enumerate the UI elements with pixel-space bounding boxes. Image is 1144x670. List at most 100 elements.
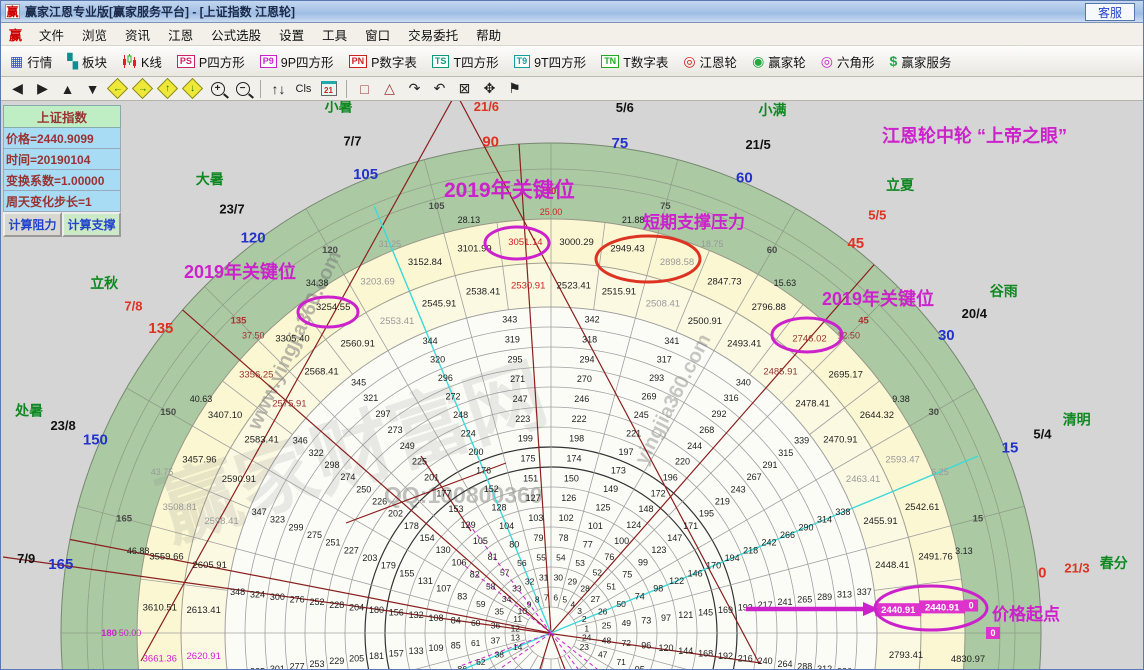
menu-item-6[interactable]: 工具 [313,23,356,46]
toolbar-9P四方形[interactable]: P9 9P四方形 [257,50,337,73]
toolbar-赢家服务[interactable]: $ 赢家服务 [887,50,955,73]
flag-tool[interactable]: ⚑ [502,79,527,99]
svg-text:122: 122 [669,576,684,586]
move-tool[interactable]: ✥ [477,79,502,99]
svg-text:56: 56 [517,558,527,568]
toolbar-K线[interactable]: K线 [119,50,165,73]
svg-text:346: 346 [293,436,308,446]
svg-text:55: 55 [536,553,546,563]
panel-button-0[interactable]: 计算阻力 [3,212,62,237]
pan-left[interactable]: ← [105,77,130,100]
svg-text:277: 277 [290,661,305,670]
svg-text:2019年关键位: 2019年关键位 [822,288,934,309]
svg-text:173: 173 [611,465,626,475]
svg-text:大暑: 大暑 [196,171,224,187]
svg-text:立秋: 立秋 [90,275,119,291]
panel-rows: 价格=2440.9099 时间=20190104 变换系数=1.00000 周天变化步… [3,128,121,212]
arc-ccw-tool[interactable]: ↶ [427,79,452,99]
time-axis-tool[interactable]: ↑↓ [266,79,291,99]
svg-text:224: 224 [461,428,476,438]
svg-text:75: 75 [660,201,671,212]
toolbar-行情[interactable]: ▦ 行情 [7,50,55,73]
zoom-out[interactable]: − [230,79,255,99]
pan-up[interactable]: ↑ [155,77,180,100]
svg-text:177: 177 [436,488,451,498]
svg-text:2440.91: 2440.91 [881,605,916,616]
svg-text:199: 199 [518,434,533,444]
menu-item-9[interactable]: 帮助 [467,23,510,46]
svg-text:245: 245 [634,410,649,420]
move-tool-icon: ✥ [483,80,496,96]
toolbar-label: 赢家服务 [901,55,952,70]
menu-item-8[interactable]: 交易委托 [399,23,467,46]
svg-text:105: 105 [473,536,488,546]
toolbar-9T四方形[interactable]: T9 9T四方形 [511,50,590,73]
svg-text:323: 323 [270,515,285,525]
svg-text:202: 202 [388,509,403,519]
svg-text:58: 58 [486,582,496,592]
svg-text:31: 31 [539,573,549,583]
svg-text:73: 73 [641,616,651,626]
menu-item-0[interactable]: 文件 [30,23,73,46]
svg-text:270: 270 [577,374,592,384]
svg-text:227: 227 [344,545,359,555]
svg-text:165: 165 [116,514,133,525]
step-up[interactable]: ▲ [55,79,80,99]
pan-down[interactable]: ↓ [180,77,205,100]
menu-item-2[interactable]: 资讯 [116,23,159,46]
svg-text:121: 121 [678,610,693,620]
svg-text:46.88: 46.88 [127,546,150,556]
panel-button-1[interactable]: 计算支撑 [62,212,121,237]
svg-text:2583.41: 2583.41 [244,435,278,446]
triangle-tool[interactable]: △ [377,79,402,99]
step-down[interactable]: ▼ [80,79,105,99]
pan-right[interactable]: → [130,77,155,100]
toolbar-P四方形[interactable]: PS P四方形 [174,50,248,73]
svg-text:253: 253 [309,659,324,669]
toolbar-P数字表[interactable]: PN P数字表 [346,50,420,73]
arc-cw-tool[interactable]: ↷ [402,79,427,99]
toolbar-T数字表[interactable]: TN T数字表 [598,50,671,73]
menu-item-1[interactable]: 浏览 [73,23,116,46]
toolbar-六角形[interactable]: ◎ 六角形 [818,50,878,73]
menu-item-3[interactable]: 江恩 [159,23,202,46]
toolbar-板块[interactable]: ▚ 板块 [64,50,110,73]
svg-text:315: 315 [778,448,793,458]
svg-text:0: 0 [1038,565,1046,582]
svg-text:150: 150 [564,473,579,483]
svg-text:9.38: 9.38 [892,394,910,404]
nav-forward[interactable]: ▶ [30,79,55,99]
menu-item-4[interactable]: 公式选股 [202,23,270,46]
svg-text:3407.10: 3407.10 [208,410,242,421]
svg-text:251: 251 [325,538,340,548]
svg-text:300: 300 [270,592,285,602]
zoom-in[interactable]: + [205,79,230,99]
svg-text:218: 218 [743,545,758,555]
box-select-tool[interactable]: ⊠ [452,79,477,99]
svg-text:78: 78 [558,533,568,543]
svg-text:241: 241 [777,597,792,607]
menubar: 赢 文件 浏览 资讯 江恩 公式选股 设置 工具 窗口 交易委托 帮助 [1,23,1143,46]
menu-item-7[interactable]: 窗口 [356,23,399,46]
svg-text:107: 107 [436,584,451,594]
svg-text:3000.29: 3000.29 [559,237,593,248]
candles-icon [123,53,137,68]
svg-text:79: 79 [533,533,543,543]
nav-back[interactable]: ◀ [5,79,30,99]
toolbar-T四方形[interactable]: TS T四方形 [429,50,502,73]
calendar-tool[interactable]: 21 [316,79,341,99]
svg-text:83: 83 [457,591,467,601]
gann-wheel-svg[interactable]: QQ:100800360www.yingjia360.com yingjia360… [1,101,1144,670]
cls-tool[interactable]: Cls [291,79,316,99]
svg-text:219: 219 [715,497,730,507]
toolbar-江恩轮[interactable]: ◎ 江恩轮 [680,50,740,73]
menu-item-5[interactable]: 设置 [270,23,313,46]
svg-text:2455.91: 2455.91 [863,516,897,527]
drawing-toolbar: ◀ ▶ ▲ ▼ ← → ↑ ↓ + − ↑↓ Cls 21 □ △ ↷ ↶ ⊠ ✥ ⚑ [1,77,1143,101]
rect-tool[interactable]: □ [352,79,377,99]
toolbar-label: 赢家轮 [768,55,806,70]
svg-text:243: 243 [731,484,746,494]
customer-service-button[interactable]: 客服 [1084,3,1135,21]
svg-text:197: 197 [618,447,633,457]
toolbar-赢家轮[interactable]: ◉ 赢家轮 [749,50,809,73]
